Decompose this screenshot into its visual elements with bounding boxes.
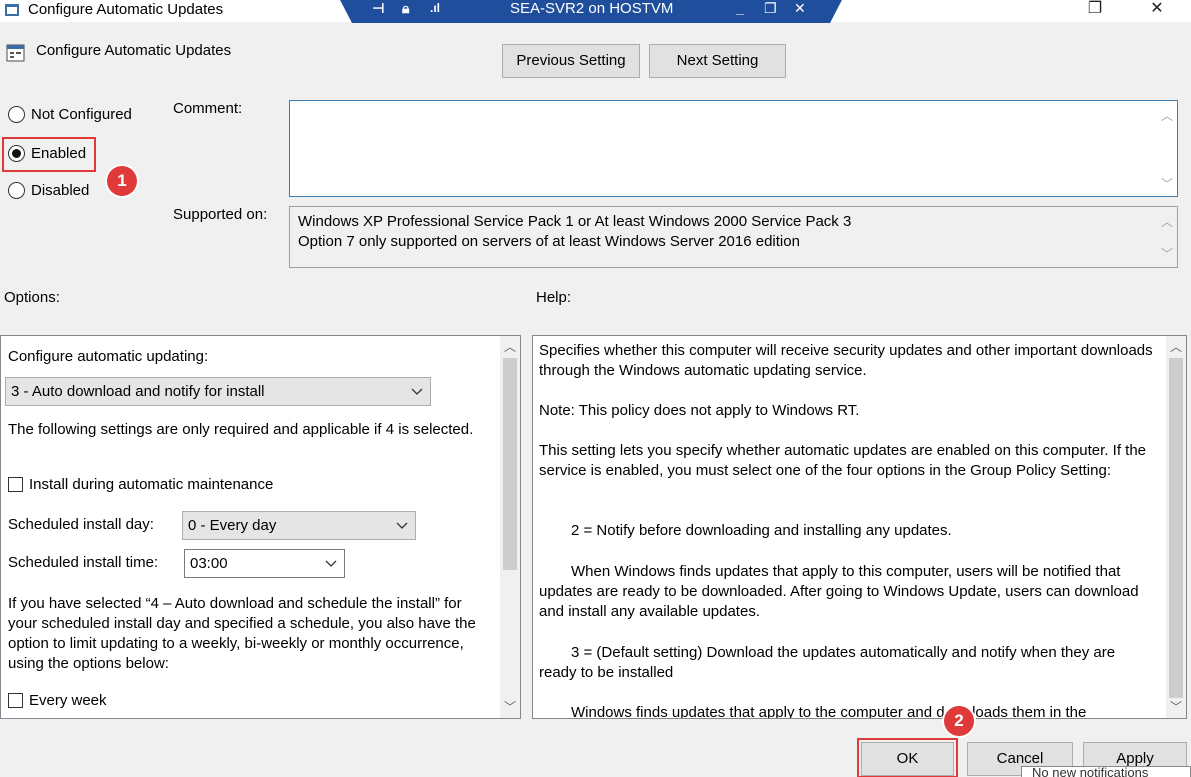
supported-on-box: Windows XP Professional Service Pack 1 o… bbox=[289, 206, 1178, 268]
dropdown-value: 0 - Every day bbox=[188, 517, 277, 534]
previous-setting-button[interactable]: Previous Setting bbox=[502, 44, 640, 78]
checkbox-label: Install during automatic maintenance bbox=[29, 476, 274, 493]
scroll-up-icon[interactable]: ︿ bbox=[1166, 338, 1186, 356]
install-maintenance-checkbox[interactable]: Install during automatic maintenance bbox=[8, 476, 273, 493]
chevron-down-icon bbox=[396, 522, 408, 529]
supported-on-label: Supported on: bbox=[173, 206, 268, 223]
comment-label: Comment: bbox=[173, 100, 243, 117]
rdp-title: SEA-SVR2 on HOSTVM bbox=[510, 0, 674, 17]
dropdown-value: 03:00 bbox=[190, 555, 228, 572]
help-paragraph: When Windows finds updates that apply to… bbox=[539, 563, 1139, 620]
help-paragraph: 3 = (Default setting) Download the updat… bbox=[539, 644, 1116, 681]
checkbox-box[interactable] bbox=[8, 477, 23, 492]
setting-title: Configure Automatic Updates bbox=[36, 42, 232, 59]
install-day-label: Scheduled install day: bbox=[8, 516, 154, 533]
policy-app-icon bbox=[5, 4, 19, 16]
chevron-down-icon bbox=[411, 388, 423, 395]
radio-label: Disabled bbox=[31, 182, 90, 199]
help-scrollbar[interactable]: ︿ ﹀ bbox=[1166, 336, 1186, 718]
rdp-restore-icon[interactable]: ❐ bbox=[764, 0, 777, 17]
help-label: Help: bbox=[536, 289, 572, 306]
help-paragraph: 2 = Notify before downloading and instal… bbox=[571, 522, 952, 539]
rdp-connection-bar[interactable]: ⊣ 🔒︎ .ıl SEA-SVR2 on HOSTVM _ ❐ ✕ bbox=[338, 0, 844, 24]
install-time-label: Scheduled install time: bbox=[8, 554, 159, 571]
scroll-down-icon[interactable]: ﹀ bbox=[1166, 698, 1186, 716]
scroll-down-icon[interactable]: ﹀ bbox=[1159, 245, 1175, 262]
schedule-note: If you have selected “4 – Auto download … bbox=[8, 595, 476, 672]
step-2-badge: 2 bbox=[944, 706, 974, 736]
chevron-down-icon bbox=[325, 560, 337, 567]
next-setting-button[interactable]: Next Setting bbox=[649, 44, 786, 78]
options-panel[interactable]: Configure automatic updating: 3 - Auto d… bbox=[0, 335, 521, 719]
checkbox-label: Every week bbox=[29, 692, 107, 709]
help-paragraph: This setting lets you specify whether au… bbox=[539, 442, 1147, 479]
lock-icon: 🔒︎ bbox=[402, 0, 410, 16]
signal-icon: .ıl bbox=[430, 1, 441, 15]
title-bar: Configure Automatic Updates ⊣ 🔒︎ .ıl SEA… bbox=[0, 0, 1191, 24]
dropdown-value: 3 - Auto download and notify for install bbox=[11, 383, 265, 400]
step-1-badge: 1 bbox=[107, 166, 137, 196]
notification-toast: No new notifications bbox=[1021, 766, 1191, 777]
install-time-dropdown[interactable]: 03:00 bbox=[184, 549, 345, 578]
every-week-checkbox[interactable]: Every week bbox=[8, 692, 107, 709]
radio-circle[interactable] bbox=[8, 182, 25, 199]
close-icon[interactable]: ✕ bbox=[1134, 0, 1180, 20]
help-paragraph: Specifies whether this computer will rec… bbox=[539, 342, 1153, 379]
checkbox-box[interactable] bbox=[8, 693, 23, 708]
scroll-down-icon[interactable]: ﹀ bbox=[500, 698, 520, 716]
configure-updating-label: Configure automatic updating: bbox=[8, 348, 209, 365]
supported-on-line: Option 7 only supported on servers of at… bbox=[298, 233, 800, 250]
scroll-up-icon[interactable]: ︿ bbox=[1159, 107, 1175, 124]
rdp-close-icon[interactable]: ✕ bbox=[794, 0, 806, 17]
rdp-minimize-icon[interactable]: _ bbox=[736, 0, 744, 17]
configure-updating-dropdown[interactable]: 3 - Auto download and notify for install bbox=[5, 377, 431, 406]
pin-icon[interactable]: ⊣ bbox=[372, 0, 385, 17]
options-scrollbar[interactable]: ︿ ﹀ bbox=[500, 336, 520, 718]
restore-icon[interactable]: ❐ bbox=[1072, 0, 1118, 20]
scroll-up-icon[interactable]: ︿ bbox=[1159, 213, 1175, 230]
scroll-thumb[interactable] bbox=[503, 358, 517, 570]
enabled-highlight-box bbox=[2, 137, 96, 172]
radio-circle[interactable] bbox=[8, 106, 25, 123]
radio-label: Not Configured bbox=[31, 106, 132, 123]
settings-note: The following settings are only required… bbox=[8, 421, 474, 438]
ok-highlight-box bbox=[857, 738, 958, 777]
window-title: Configure Automatic Updates bbox=[28, 1, 224, 18]
options-label: Options: bbox=[4, 289, 60, 306]
comment-textarea[interactable]: ︿ ﹀ bbox=[289, 100, 1178, 197]
scroll-down-icon[interactable]: ﹀ bbox=[1159, 175, 1175, 192]
radio-disabled[interactable]: Disabled bbox=[8, 182, 89, 199]
help-paragraph: Note: This policy does not apply to Wind… bbox=[539, 402, 860, 419]
scroll-thumb[interactable] bbox=[1169, 358, 1183, 698]
help-paragraph: Windows finds updates that apply to the … bbox=[571, 704, 1087, 719]
install-day-dropdown[interactable]: 0 - Every day bbox=[182, 511, 416, 540]
help-panel[interactable]: Specifies whether this computer will rec… bbox=[532, 335, 1187, 719]
radio-not-configured[interactable]: Not Configured bbox=[8, 106, 132, 123]
supported-on-line: Windows XP Professional Service Pack 1 o… bbox=[298, 213, 852, 230]
setting-icon bbox=[6, 44, 25, 62]
scroll-up-icon[interactable]: ︿ bbox=[500, 338, 520, 356]
